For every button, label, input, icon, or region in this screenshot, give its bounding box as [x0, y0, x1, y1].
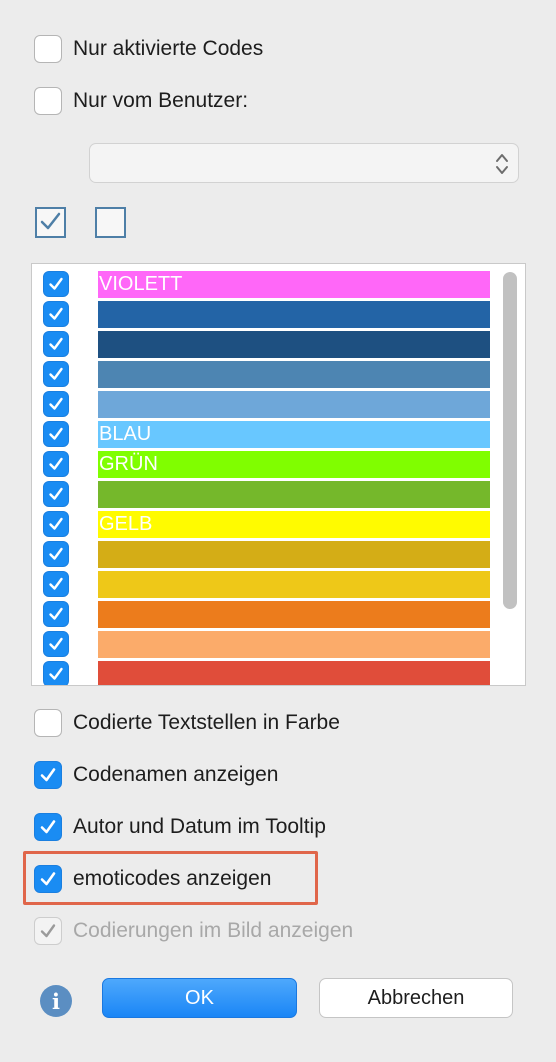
code-row[interactable]: [32, 539, 502, 569]
code-row[interactable]: [32, 569, 502, 599]
ok-button[interactable]: OK: [102, 978, 297, 1018]
checkmark-icon: [49, 547, 63, 560]
cancel-button[interactable]: Abbrechen: [319, 978, 513, 1018]
code-row[interactable]: [32, 479, 502, 509]
code-checkbox[interactable]: [43, 571, 69, 597]
deselect-all-button[interactable]: [95, 207, 126, 238]
chevron-up-down-icon: [496, 154, 508, 174]
show-codenames-label: Codenamen anzeigen: [73, 763, 279, 786]
checkmark-icon: [49, 487, 63, 500]
checkmark-icon: [49, 667, 63, 680]
info-icon[interactable]: i: [40, 985, 72, 1017]
show-codings-in-image-option: Codierungen im Bild anzeigen: [34, 916, 353, 946]
checkmark-icon: [49, 367, 63, 380]
only-user-checkbox[interactable]: [34, 87, 62, 115]
code-color-swatch: [98, 631, 490, 658]
code-color-swatch: [98, 391, 490, 418]
code-checkbox[interactable]: [43, 451, 69, 477]
code-checkbox[interactable]: [43, 421, 69, 447]
code-row[interactable]: [32, 389, 502, 419]
checkmark-icon: [49, 307, 63, 320]
code-color-swatch: [98, 301, 490, 328]
only-user-label: Nur vom Benutzer:: [73, 89, 249, 112]
scrollbar-thumb[interactable]: [503, 272, 517, 609]
show-codenames-checkbox[interactable]: [34, 761, 62, 789]
code-row[interactable]: [32, 329, 502, 359]
only-active-codes-label: Nur aktivierte Codes: [73, 37, 264, 60]
only-active-codes-option[interactable]: Nur aktivierte Codes: [34, 34, 263, 64]
checkmark-icon: [49, 337, 63, 350]
author-date-tooltip-option[interactable]: Autor und Datum im Tooltip: [34, 812, 326, 842]
code-color-swatch: [98, 331, 490, 358]
code-row[interactable]: [32, 629, 502, 659]
author-date-tooltip-label: Autor und Datum im Tooltip: [73, 815, 326, 838]
code-color-swatch: [98, 571, 490, 598]
code-color-swatch: GRÜN: [98, 451, 490, 478]
highlight-frame: [23, 851, 318, 905]
code-row[interactable]: VIOLETT: [32, 269, 502, 299]
code-color-swatch: [98, 661, 490, 685]
code-checkbox[interactable]: [43, 331, 69, 357]
checkmark-icon: [49, 277, 63, 290]
code-color-swatch: [98, 541, 490, 568]
code-row[interactable]: GRÜN: [32, 449, 502, 479]
show-codings-in-image-checkbox: [34, 917, 62, 945]
checkmark-icon: [49, 457, 63, 470]
checkmark-icon: [49, 517, 63, 530]
checkmark-icon: [49, 577, 63, 590]
checkmark-icon: [49, 637, 63, 650]
checkmark-icon: [40, 768, 56, 782]
user-select[interactable]: [89, 143, 519, 183]
code-checkbox[interactable]: [43, 271, 69, 297]
code-checkbox[interactable]: [43, 361, 69, 387]
code-row[interactable]: [32, 599, 502, 629]
code-row[interactable]: [32, 659, 502, 685]
colored-text-checkbox[interactable]: [34, 709, 62, 737]
code-checkbox[interactable]: [43, 301, 69, 327]
code-checkbox[interactable]: [43, 601, 69, 627]
code-checkbox[interactable]: [43, 481, 69, 507]
checkmark-icon: [49, 427, 63, 440]
code-color-swatch: [98, 481, 490, 508]
code-color-swatch: GELB: [98, 511, 490, 538]
code-color-swatch: VIOLETT: [98, 271, 490, 298]
show-codenames-option[interactable]: Codenamen anzeigen: [34, 760, 279, 790]
checkmark-icon: [49, 607, 63, 620]
colored-text-option[interactable]: Codierte Textstellen in Farbe: [34, 708, 340, 738]
code-list[interactable]: VIOLETT BLAU GRÜN GELB: [31, 263, 526, 686]
colored-text-label: Codierte Textstellen in Farbe: [73, 711, 340, 734]
only-user-option[interactable]: Nur vom Benutzer:: [34, 86, 248, 116]
code-color-swatch: [98, 601, 490, 628]
only-active-codes-checkbox[interactable]: [34, 35, 62, 63]
code-checkbox[interactable]: [43, 391, 69, 417]
code-row[interactable]: GELB: [32, 509, 502, 539]
checked-square-icon: [40, 212, 61, 230]
code-checkbox[interactable]: [43, 631, 69, 657]
code-row[interactable]: [32, 359, 502, 389]
code-checkbox[interactable]: [43, 511, 69, 537]
select-all-button[interactable]: [35, 207, 66, 238]
code-checkbox[interactable]: [43, 661, 69, 685]
code-color-swatch: [98, 361, 490, 388]
code-checkbox[interactable]: [43, 541, 69, 567]
code-row[interactable]: BLAU: [32, 419, 502, 449]
checkmark-icon: [49, 397, 63, 410]
author-date-tooltip-checkbox[interactable]: [34, 813, 62, 841]
show-codings-in-image-label: Codierungen im Bild anzeigen: [73, 919, 354, 942]
checkmark-icon: [40, 924, 56, 938]
checkmark-icon: [40, 820, 56, 834]
code-row[interactable]: [32, 299, 502, 329]
code-color-swatch: BLAU: [98, 421, 490, 448]
